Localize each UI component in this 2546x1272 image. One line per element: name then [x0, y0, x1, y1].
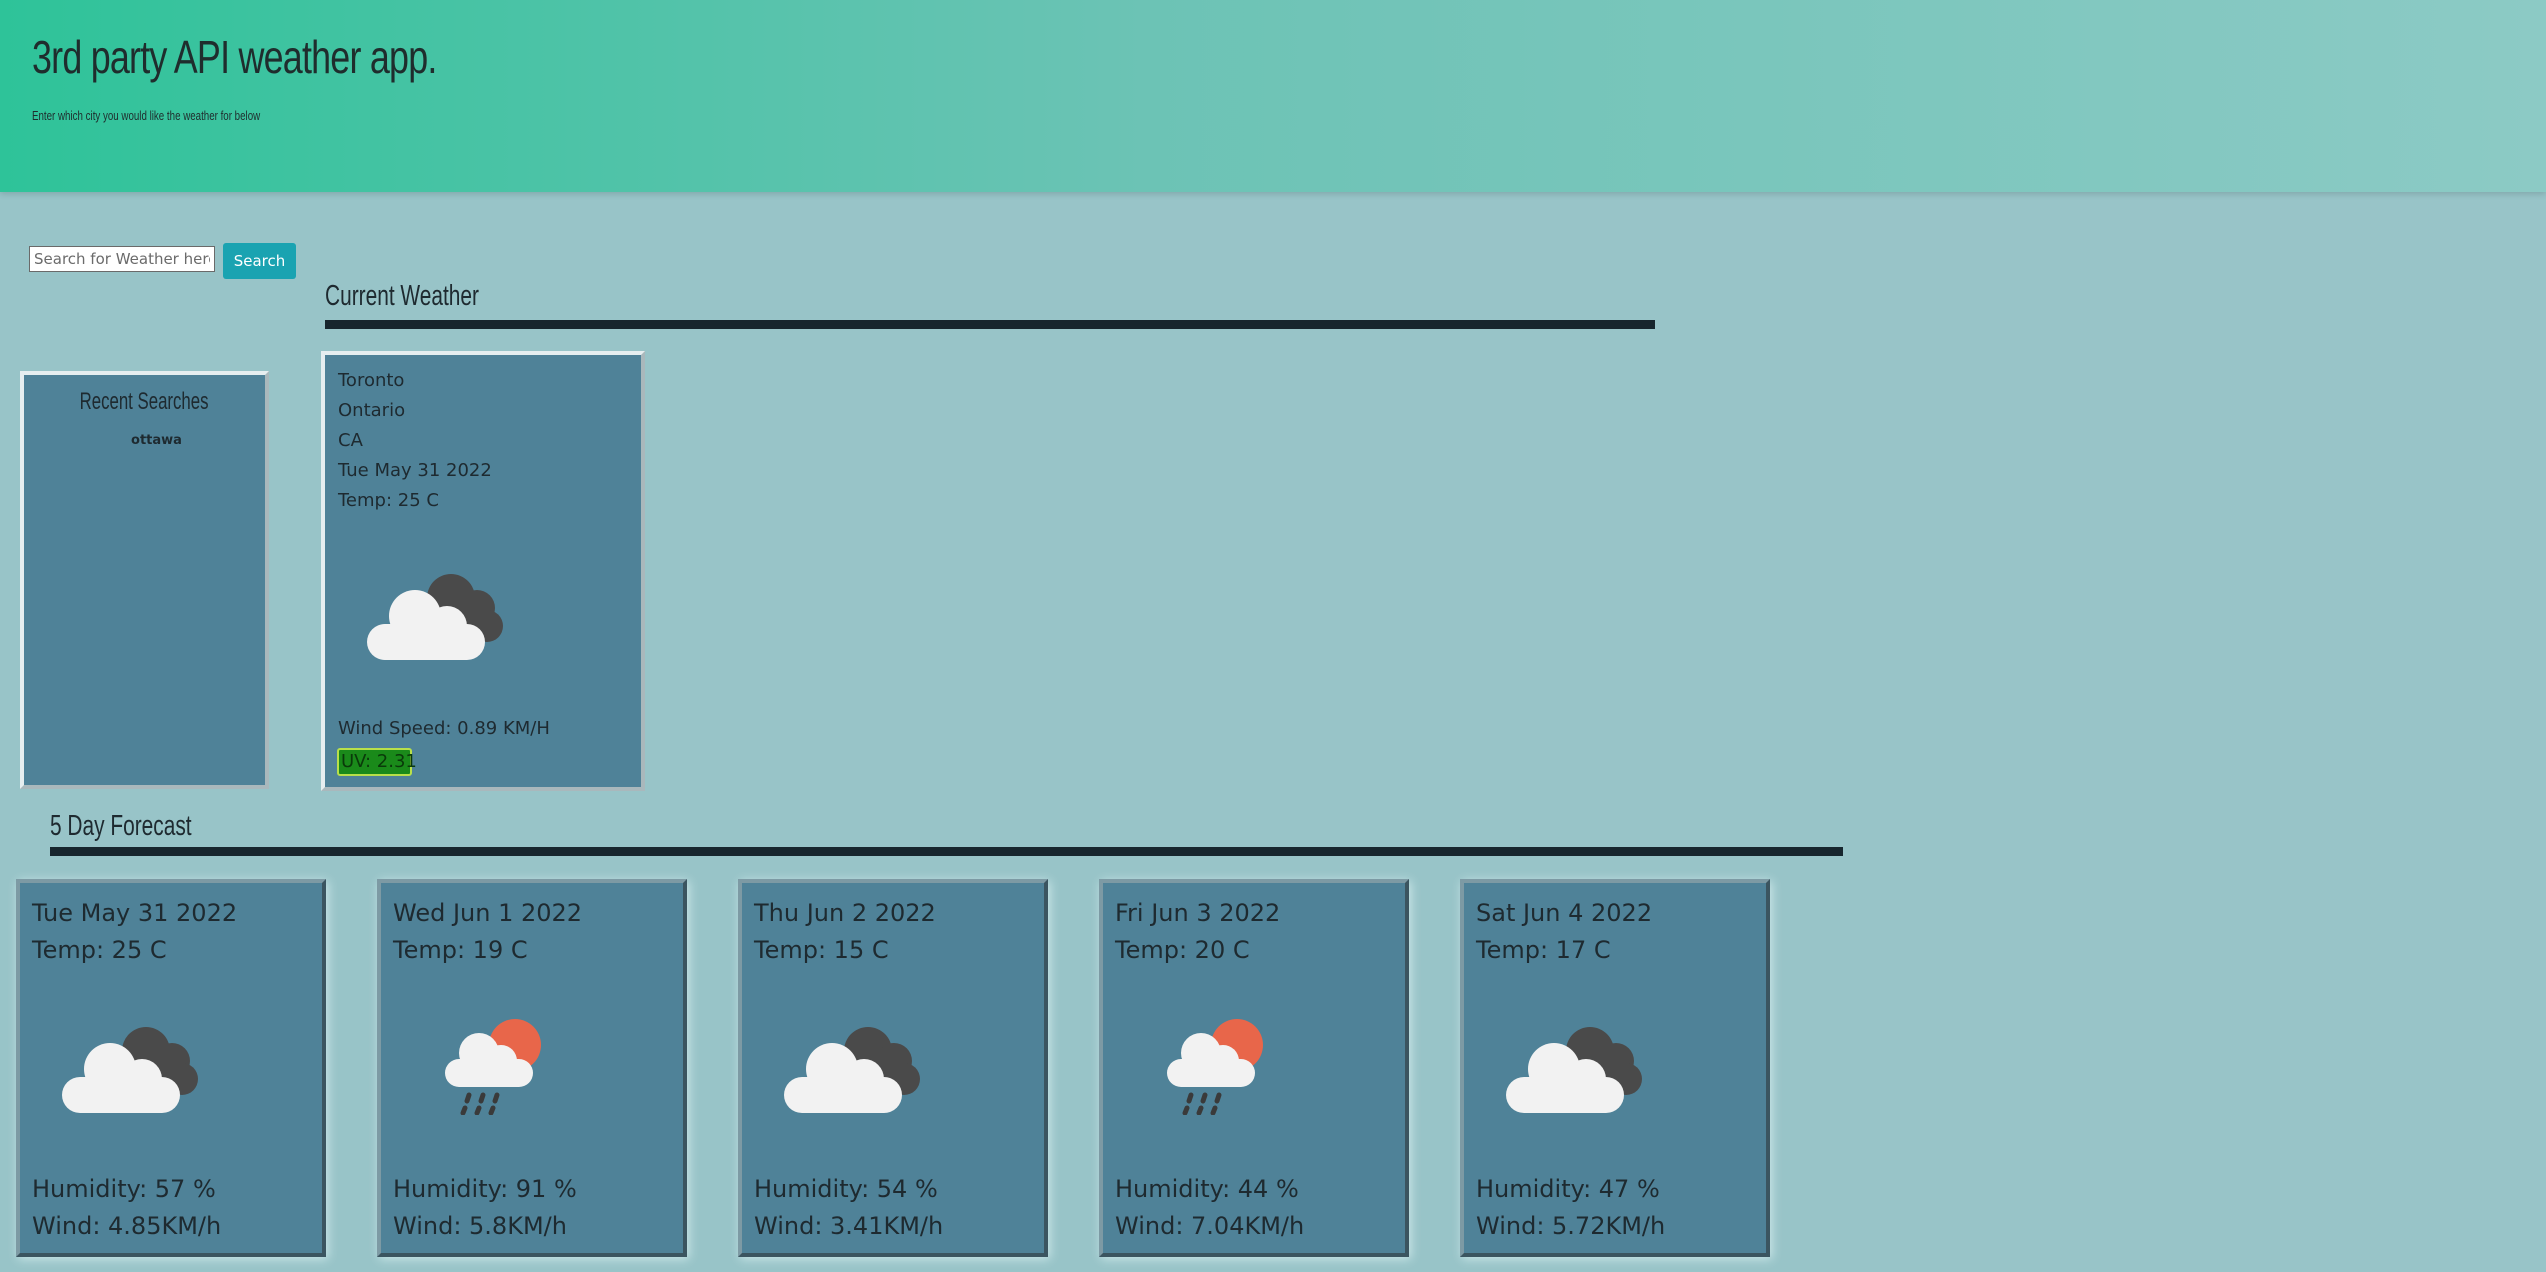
forecast-temp: Temp: 20 C: [1115, 936, 1250, 964]
forecast-humidity: Humidity: 91 %: [393, 1175, 577, 1203]
app-title: 3rd party API weather app.: [32, 31, 437, 83]
uv-index-badge: UV: 2.31: [337, 748, 417, 776]
forecast-temp: Temp: 25 C: [32, 936, 167, 964]
forecast-card: Wed Jun 1 2022 Temp: 19 C Humidity: 91 %…: [377, 879, 687, 1257]
forecast-wind: Wind: 5.8KM/h: [393, 1212, 567, 1240]
page-header: 3rd party API weather app. Enter which c…: [0, 0, 2546, 192]
current-city: Toronto: [338, 370, 405, 391]
current-temp: Temp: 25 C: [338, 490, 439, 511]
forecast-temp: Temp: 15 C: [754, 936, 889, 964]
recent-searches-title: Recent Searches: [80, 388, 209, 415]
recent-search-item[interactable]: ottawa: [24, 433, 265, 448]
forecast-humidity: Humidity: 54 %: [754, 1175, 938, 1203]
forecast-heading: 5 Day Forecast: [50, 810, 192, 842]
forecast-date: Fri Jun 3 2022: [1115, 899, 1281, 927]
forecast-humidity: Humidity: 47 %: [1476, 1175, 1660, 1203]
forecast-card: Tue May 31 2022 Temp: 25 C Humidity: 57 …: [16, 879, 326, 1257]
sun-rain-icon: [445, 1019, 541, 1115]
forecast-temp: Temp: 19 C: [393, 936, 528, 964]
search-input[interactable]: [29, 246, 215, 272]
forecast-date: Thu Jun 2 2022: [754, 899, 936, 927]
current-date: Tue May 31 2022: [338, 460, 492, 481]
cloudy-icon: [1506, 1027, 1642, 1113]
forecast-divider: [50, 847, 1843, 856]
search-button[interactable]: Search: [223, 243, 296, 279]
forecast-wind: Wind: 5.72KM/h: [1476, 1212, 1666, 1240]
forecast-wind: Wind: 7.04KM/h: [1115, 1212, 1305, 1240]
forecast-card: Thu Jun 2 2022 Temp: 15 C Humidity: 54 %…: [738, 879, 1048, 1257]
current-weather-divider: [325, 320, 1655, 329]
cloudy-icon: [62, 1027, 198, 1113]
forecast-humidity: Humidity: 57 %: [32, 1175, 216, 1203]
recent-searches-panel: Recent Searches ottawa: [20, 371, 269, 789]
forecast-wind: Wind: 4.85KM/h: [32, 1212, 222, 1240]
sun-rain-icon: [1167, 1019, 1263, 1115]
app-subtitle: Enter which city you would like the weat…: [32, 108, 261, 123]
forecast-card: Fri Jun 3 2022 Temp: 20 C Humidity: 44 %…: [1099, 879, 1409, 1257]
current-region: Ontario: [338, 400, 406, 421]
forecast-date: Tue May 31 2022: [32, 899, 238, 927]
cloudy-icon: [367, 574, 503, 660]
current-country: CA: [338, 430, 363, 451]
current-weather-heading: Current Weather: [325, 280, 479, 312]
forecast-humidity: Humidity: 44 %: [1115, 1175, 1299, 1203]
forecast-date: Sat Jun 4 2022: [1476, 899, 1653, 927]
forecast-date: Wed Jun 1 2022: [393, 899, 583, 927]
forecast-wind: Wind: 3.41KM/h: [754, 1212, 944, 1240]
current-weather-card: Toronto Ontario CA Tue May 31 2022 Temp:…: [321, 351, 645, 791]
forecast-temp: Temp: 17 C: [1476, 936, 1611, 964]
cloudy-icon: [784, 1027, 920, 1113]
forecast-card: Sat Jun 4 2022 Temp: 17 C Humidity: 47 %…: [1460, 879, 1770, 1257]
current-wind: Wind Speed: 0.89 KM/H: [338, 718, 550, 739]
